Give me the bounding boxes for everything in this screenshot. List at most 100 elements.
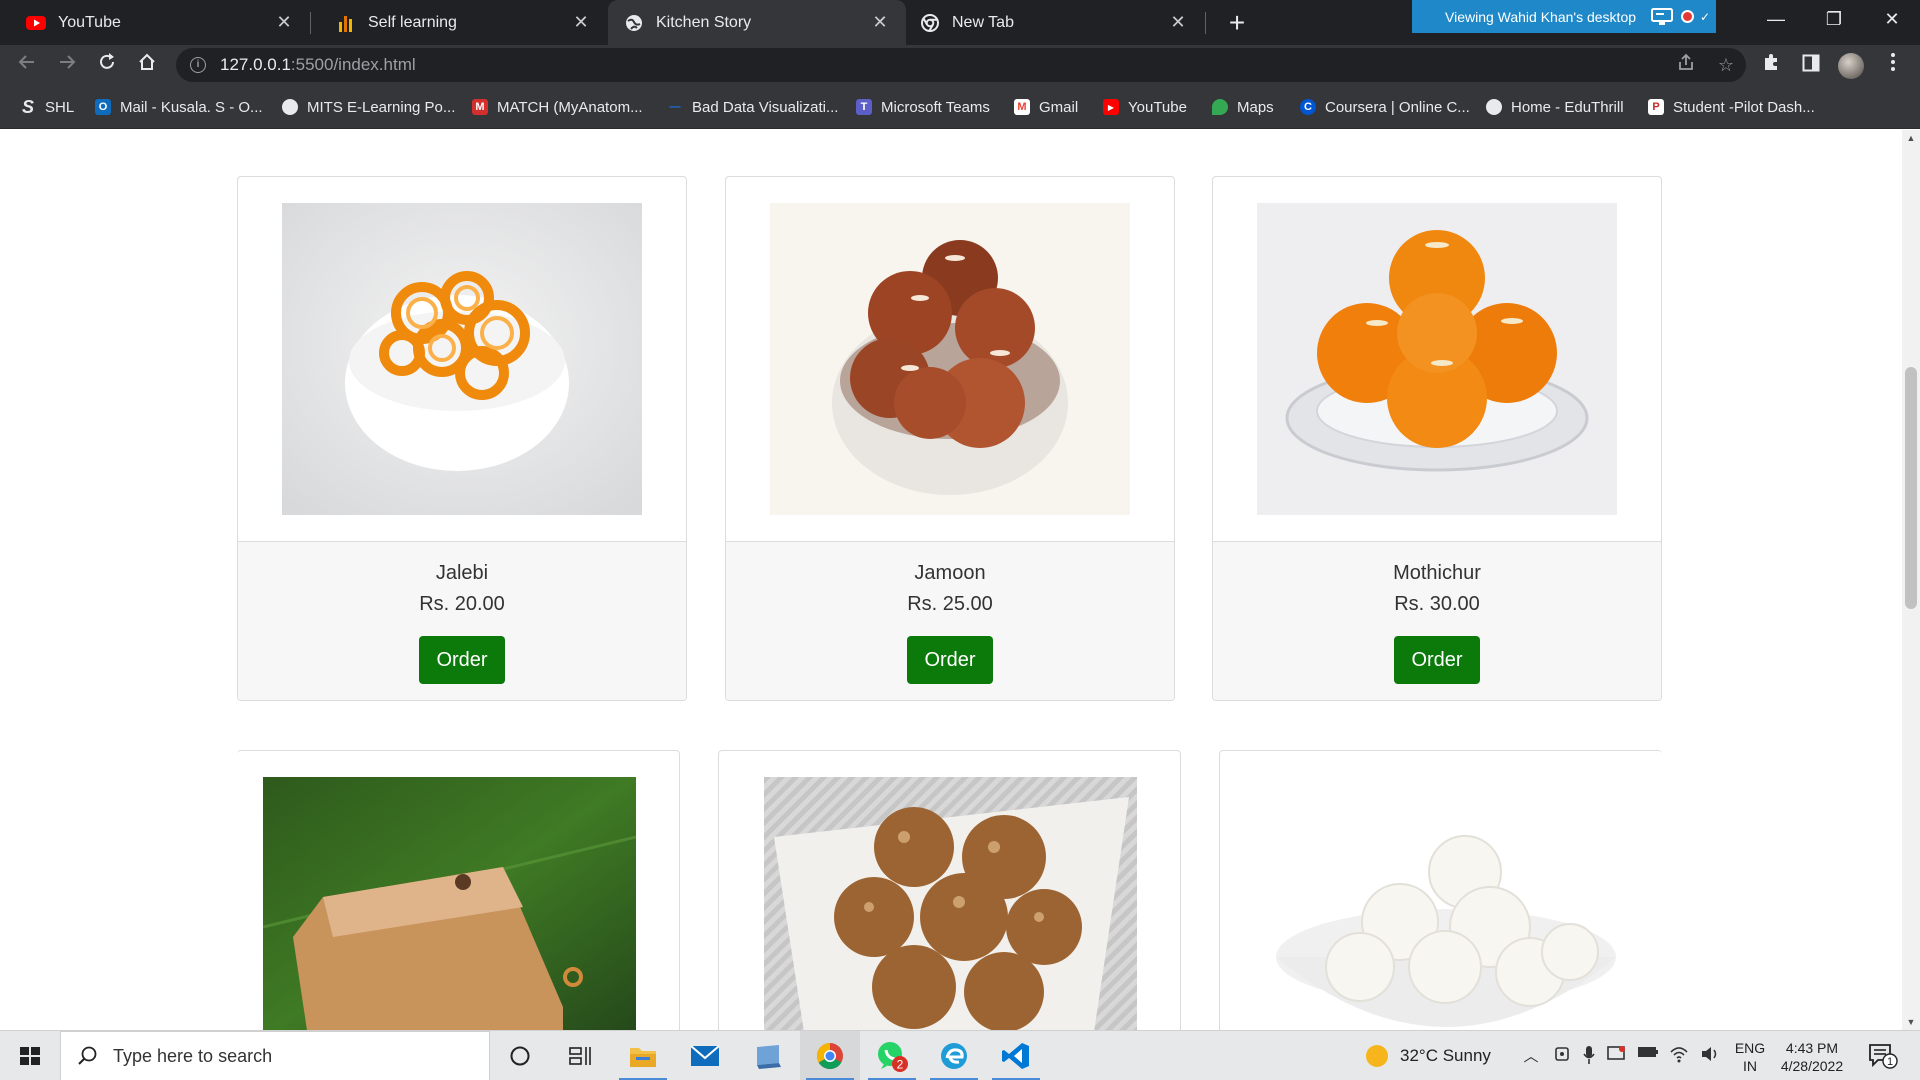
bookmark-teams[interactable]: T Microsoft Teams	[856, 96, 990, 118]
monitor-icon[interactable]	[1650, 7, 1673, 26]
bookmark-eduthrill[interactable]: Home - EduThrill	[1486, 96, 1624, 118]
dash-icon: —	[669, 101, 681, 113]
file-explorer-button[interactable]	[613, 1031, 673, 1080]
product-card: Jamoon Rs. 25.00 Order	[725, 176, 1175, 701]
bookmark-shl[interactable]: S SHL	[20, 96, 74, 118]
page-scrollbar[interactable]: ▲ ▼	[1902, 130, 1920, 1030]
whatsapp-button[interactable]: 2	[862, 1031, 922, 1080]
cortana-button[interactable]	[490, 1031, 550, 1080]
screen-share-banner[interactable]: Viewing Wahid Khan's desktop ✓	[1412, 0, 1716, 33]
tab-self-learning[interactable]: Self learning ✕	[310, 0, 607, 45]
reload-button[interactable]	[90, 48, 124, 82]
bookmark-maps[interactable]: Maps	[1212, 96, 1274, 118]
jalebi-image	[282, 203, 642, 515]
tab-kitchen-story[interactable]: Kitchen Story ✕	[608, 0, 906, 45]
webcam-share-icon[interactable]	[1606, 1045, 1628, 1067]
close-tab-icon[interactable]: ✕	[1166, 12, 1190, 33]
tab-youtube[interactable]: YouTube ✕	[0, 0, 310, 45]
wifi-icon[interactable]	[1668, 1045, 1690, 1067]
gulab-jamun-dry-image	[764, 777, 1137, 1030]
input-language[interactable]: ENG IN	[1730, 1039, 1770, 1075]
browser-toolbar: i 127.0.0.1:5500/index.html ☆	[0, 45, 1920, 85]
gmail-icon: M	[1014, 99, 1030, 115]
share-icon[interactable]	[1671, 48, 1701, 82]
minimize-button[interactable]: —	[1748, 0, 1804, 38]
url-text[interactable]: 127.0.0.1:5500/index.html	[220, 55, 416, 75]
arrow-right-icon	[60, 55, 76, 69]
close-tab-icon[interactable]: ✕	[272, 12, 296, 33]
bar-chart-icon	[336, 13, 356, 33]
search-placeholder: Type here to search	[113, 1045, 273, 1066]
search-icon	[78, 1046, 97, 1065]
address-bar[interactable]: i 127.0.0.1:5500/index.html ☆	[176, 48, 1746, 82]
bookmark-label: SHL	[45, 98, 75, 116]
restore-button[interactable]: ❐	[1806, 0, 1862, 38]
close-tab-icon[interactable]: ✕	[569, 12, 593, 33]
menu-button[interactable]	[1876, 48, 1910, 82]
side-panel-button[interactable]	[1794, 48, 1828, 82]
order-button[interactable]: Order	[907, 636, 993, 684]
vscode-icon	[1002, 1043, 1029, 1069]
chevron-down-icon[interactable]: ✓	[1700, 10, 1710, 24]
volume-icon[interactable]	[1699, 1045, 1721, 1067]
tab-new-tab[interactable]: New Tab ✕	[906, 0, 1204, 45]
scroll-up-icon[interactable]: ▲	[1902, 130, 1920, 146]
outlook-icon: O	[95, 99, 111, 115]
site-info-icon[interactable]: i	[190, 57, 206, 73]
clock-date: 4/28/2022	[1780, 1058, 1844, 1074]
bookmark-match[interactable]: M MATCH (MyAnatom...	[472, 96, 643, 118]
chrome-icon	[920, 13, 940, 33]
bookmark-youtube[interactable]: ▶ YouTube	[1103, 96, 1187, 118]
vscode-button[interactable]	[986, 1031, 1046, 1080]
start-button[interactable]	[0, 1031, 60, 1080]
bookmark-mits[interactable]: MITS E-Learning Po...	[282, 96, 455, 118]
order-button[interactable]: Order	[419, 636, 505, 684]
microphone-icon[interactable]	[1578, 1045, 1600, 1067]
bookmark-gmail[interactable]: M Gmail	[1014, 96, 1078, 118]
bookmark-coursera[interactable]: C Coursera | Online C...	[1300, 96, 1470, 118]
close-tab-icon[interactable]: ✕	[868, 12, 892, 33]
back-button[interactable]	[10, 48, 44, 82]
notification-center-button[interactable]: 1	[1868, 1043, 1898, 1069]
folder-icon	[630, 1048, 656, 1067]
bookmark-star-icon[interactable]: ☆	[1711, 48, 1741, 82]
coursera-icon: C	[1300, 99, 1316, 115]
system-clock[interactable]: 4:43 PM 4/28/2022	[1772, 1039, 1852, 1075]
battery-icon[interactable]	[1637, 1045, 1659, 1067]
close-window-button[interactable]: ✕	[1864, 0, 1920, 38]
edge-button[interactable]	[924, 1031, 984, 1080]
tab-strip: YouTube ✕ Self learning ✕ Kitchen Story …	[0, 0, 1920, 45]
side-panel-icon	[1802, 54, 1820, 72]
taskbar-search-box[interactable]: Type here to search	[60, 1031, 490, 1080]
home-button[interactable]	[130, 48, 164, 82]
bookmark-bad-data[interactable]: — Bad Data Visualizati...	[667, 96, 839, 118]
bookmark-student-pilot[interactable]: P Student -Pilot Dash...	[1648, 96, 1815, 118]
teams-icon: T	[856, 99, 872, 115]
tab-title: Self learning	[368, 13, 457, 31]
bookmark-label: YouTube	[1128, 98, 1187, 116]
share-banner-text: Viewing Wahid Khan's desktop	[1445, 8, 1637, 25]
desktop-app-button[interactable]	[738, 1031, 798, 1080]
tab-separator	[1205, 12, 1206, 34]
cortana-icon	[510, 1046, 530, 1066]
profile-avatar[interactable]	[1838, 53, 1864, 79]
bookmark-label: MITS E-Learning Po...	[307, 98, 456, 116]
extensions-button[interactable]	[1754, 48, 1788, 82]
forward-button[interactable]	[50, 48, 84, 82]
product-card	[718, 750, 1181, 1030]
weather-widget[interactable]: 32°C Sunny	[1366, 1031, 1491, 1080]
order-button[interactable]: Order	[1394, 636, 1480, 684]
chevron-up-icon[interactable]: ︿	[1520, 1045, 1542, 1067]
whatsapp-icon: 2	[878, 1042, 908, 1072]
youtube-icon	[26, 13, 46, 33]
scrollbar-thumb[interactable]	[1905, 367, 1917, 609]
globe-icon	[1486, 99, 1502, 115]
chrome-taskbar-button[interactable]	[800, 1031, 860, 1080]
scroll-down-icon[interactable]: ▼	[1902, 1014, 1920, 1030]
mail-button[interactable]	[675, 1031, 735, 1080]
product-price: Rs. 20.00	[419, 593, 505, 615]
bookmark-mail[interactable]: O Mail - Kusala. S - O...	[95, 96, 263, 118]
new-tab-button[interactable]: +	[1220, 6, 1254, 40]
task-view-button[interactable]	[550, 1031, 610, 1080]
meet-now-icon[interactable]	[1551, 1045, 1573, 1067]
